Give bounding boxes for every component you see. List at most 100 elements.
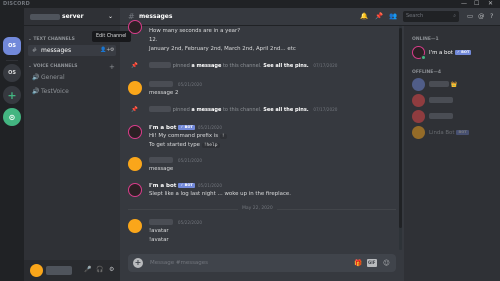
avatar[interactable]	[30, 264, 43, 277]
member-item[interactable]: 👑	[412, 78, 496, 93]
crown-icon: 👑	[450, 82, 458, 88]
message-header: 05/22/2020	[149, 219, 202, 227]
gift-icon[interactable]: 🎁	[354, 258, 362, 268]
message-header: I'm a bot ✓ BOT 05/21/2020	[149, 182, 222, 190]
server-separator	[6, 60, 18, 61]
server-header[interactable]: server ⌄	[24, 8, 120, 26]
message-text: message	[149, 166, 174, 172]
username-redacted	[46, 266, 72, 275]
date-label: May 22, 2020	[238, 205, 277, 213]
timestamp: 07/17/2020	[313, 63, 338, 68]
avatar[interactable]	[128, 157, 142, 171]
message-text: Hi! My command prefix is !	[149, 133, 227, 139]
speaker-icon: 🔊	[32, 88, 40, 95]
inbox-icon[interactable]: ▭	[467, 11, 473, 22]
pin-icon[interactable]: 📌	[375, 11, 383, 22]
member-name	[429, 97, 453, 105]
username-redacted[interactable]	[149, 219, 173, 225]
online-status-icon	[421, 55, 426, 60]
member-list-icon[interactable]: 👥	[389, 11, 397, 22]
help-icon[interactable]: ?	[490, 11, 493, 22]
voice-channel-general[interactable]: 🔊 General	[28, 72, 116, 83]
message-text: January 2nd, February 2nd, March 2nd, Ap…	[149, 46, 296, 52]
server-icon-active[interactable]: OS	[3, 37, 21, 55]
username-redacted[interactable]	[149, 157, 173, 163]
channel-label: General	[41, 74, 65, 81]
timestamp: 05/21/2020	[177, 158, 203, 163]
upload-plus-icon[interactable]: +	[133, 258, 143, 268]
add-server-button[interactable]: +	[3, 86, 21, 104]
search-input[interactable]: Search ⌕	[403, 11, 459, 22]
username[interactable]: I'm a bot	[149, 183, 176, 189]
timestamp: 05/21/2020	[197, 125, 223, 130]
member-name: Linda Bot BOT	[429, 130, 469, 136]
see-all-pins-link[interactable]: See all the pins.	[263, 107, 308, 113]
timestamp: 05/21/2020	[197, 183, 223, 188]
offline-category: OFFLINE—4	[412, 70, 441, 75]
add-voice-channel-icon[interactable]: +	[109, 64, 115, 71]
server-name-redacted	[30, 14, 60, 20]
avatar[interactable]	[128, 219, 142, 233]
member-item[interactable]: I'm a bot ✓ BOT	[412, 46, 496, 61]
bot-badge: ✓ BOT	[178, 183, 195, 188]
server-name: server	[62, 13, 84, 20]
username[interactable]: I'm a bot	[149, 125, 176, 131]
avatar	[412, 126, 425, 139]
hash-icon: #	[32, 47, 38, 54]
server-list: OS OS + ⊙	[0, 8, 24, 281]
explore-servers-icon[interactable]: ⊙	[3, 108, 21, 126]
close-button[interactable]: ✕	[488, 0, 493, 8]
member-item[interactable]	[412, 110, 496, 125]
bot-badge: ✓ BOT	[178, 125, 195, 130]
member-list: ONLINE—1 I'm a bot ✓ BOT OFFLINE—4 👑 Lind…	[404, 26, 500, 281]
username-redacted	[149, 62, 171, 68]
member-item[interactable]: Linda Bot BOT	[412, 126, 496, 141]
message-text: !avatar	[149, 228, 169, 234]
server-icon[interactable]: OS	[3, 64, 21, 82]
gear-icon[interactable]: ⚙	[109, 265, 114, 275]
avatar[interactable]	[128, 183, 142, 197]
date-divider: May 22, 2020	[128, 205, 396, 213]
pin-system-message: 📌 pinned a message to this channel. See …	[131, 106, 338, 113]
username-redacted[interactable]	[149, 81, 173, 87]
avatar[interactable]	[128, 20, 142, 34]
message-input[interactable]: Message #messages	[150, 258, 208, 268]
chevron-down-icon[interactable]: ⌄	[108, 12, 113, 21]
avatar[interactable]	[128, 125, 142, 139]
message-list: How many seconds are in a year? 12. Janu…	[120, 20, 400, 250]
avatar[interactable]	[128, 81, 142, 95]
message-text: message 2	[149, 90, 179, 96]
message-text: How many seconds are in a year?	[149, 28, 241, 34]
voice-channel-testvoice[interactable]: 🔊 TestVoice	[28, 86, 116, 97]
pin-icon: 📌	[131, 107, 138, 113]
scrollbar-thumb[interactable]	[399, 28, 402, 228]
gif-button[interactable]: GIF	[367, 259, 377, 267]
channel-sidebar: server ⌄ ⌄ TEXT CHANNELS + #messages 👤+ …	[24, 8, 120, 281]
headset-icon[interactable]: 🎧	[96, 265, 103, 275]
message-header: 05/21/2020	[149, 81, 202, 89]
message-text: !avatar	[149, 237, 169, 243]
emoji-icon[interactable]: ☺	[383, 258, 390, 268]
message-text: 12.	[149, 37, 158, 43]
category-text-channels[interactable]: ⌄ TEXT CHANNELS	[28, 37, 75, 43]
create-invite-icon[interactable]: 👤+	[100, 45, 110, 56]
gear-icon[interactable]: ⚙	[110, 45, 114, 56]
minimize-button[interactable]: —	[461, 0, 467, 8]
maximize-button[interactable]: ☐	[474, 0, 479, 8]
mention-icon[interactable]: @	[478, 11, 485, 22]
message-composer[interactable]: + Message #messages 🎁 GIF ☺	[128, 254, 396, 272]
title-bar: DISCORD — ☐ ✕	[0, 0, 500, 8]
username-redacted	[149, 106, 171, 112]
see-all-pins-link[interactable]: See all the pins.	[263, 63, 308, 69]
bell-icon[interactable]: 🔔	[360, 11, 368, 22]
pin-icon: 📌	[131, 63, 138, 69]
avatar	[412, 94, 425, 107]
microphone-icon[interactable]: 🎤	[84, 265, 91, 275]
member-name: I'm a bot ✓ BOT	[429, 50, 472, 56]
member-item[interactable]	[412, 94, 496, 109]
member-name: 👑	[429, 81, 457, 89]
inline-code: !help	[201, 143, 220, 148]
member-name	[429, 113, 453, 121]
channel-messages[interactable]: # messages 👤+ ⚙	[28, 45, 116, 56]
category-voice-channels[interactable]: ⌄ VOICE CHANNELS	[28, 64, 77, 70]
